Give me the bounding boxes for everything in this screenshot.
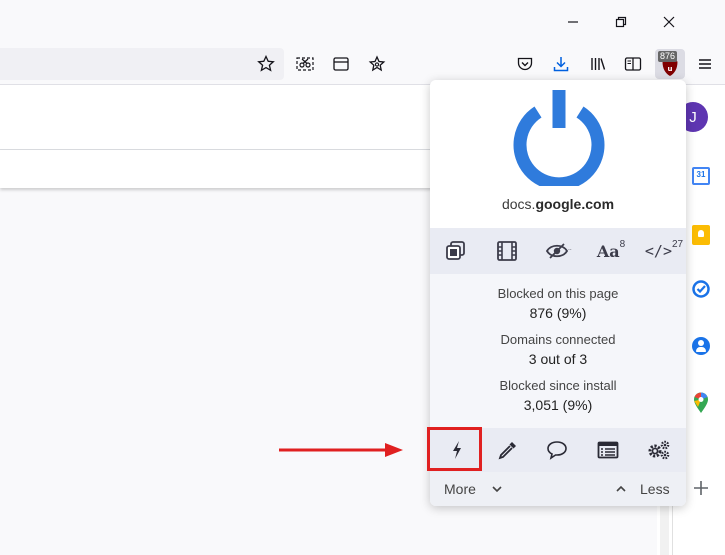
element-picker-icon[interactable]: [488, 434, 528, 466]
font-badge: 8: [619, 238, 626, 250]
google-maps-icon[interactable]: [693, 392, 709, 414]
google-keep-icon[interactable]: [692, 225, 710, 245]
less-label: Less: [640, 481, 670, 497]
blocked-page-label: Blocked on this page: [497, 286, 619, 301]
more-label: More: [444, 481, 476, 497]
settings-gears-icon[interactable]: [639, 434, 679, 466]
hostname-domain: google.com: [535, 196, 615, 212]
svg-text:u: u: [668, 65, 673, 73]
more-button[interactable]: More: [440, 472, 520, 506]
film-media-icon[interactable]: [487, 236, 527, 266]
chevron-down-icon: [492, 486, 502, 493]
blocked-install-label: Blocked since install: [499, 378, 617, 393]
hostname-subdomain: docs.: [501, 196, 536, 212]
logger-list-icon[interactable]: [588, 434, 628, 466]
google-calendar-icon[interactable]: 31: [692, 167, 710, 185]
screenshot-icon[interactable]: [294, 53, 316, 75]
chevron-up-icon: [616, 485, 626, 492]
font-label: Aa: [596, 241, 620, 261]
popup-header: docs.google.com: [430, 80, 686, 228]
window-tab-icon[interactable]: [330, 53, 352, 75]
domains-label: Domains connected: [500, 332, 616, 347]
menu-hamburger-icon[interactable]: [694, 53, 716, 75]
pocket-icon[interactable]: [514, 53, 536, 75]
ublock-badge-count: 876: [658, 51, 678, 62]
domains-value: 3 out of 3: [528, 351, 588, 367]
minimize-icon[interactable]: [563, 12, 583, 32]
bookmark-star-icon[interactable]: [255, 53, 277, 75]
eye-cosmetic-icon[interactable]: ...: [539, 236, 579, 266]
library-icon[interactable]: [587, 53, 609, 75]
red-arrow-icon: [279, 443, 403, 457]
url-bar[interactable]: [0, 48, 284, 80]
no-popups-icon[interactable]: [436, 236, 476, 266]
calendar-day: 31: [696, 170, 706, 179]
star-outline-icon[interactable]: [366, 53, 388, 75]
script-badge: 27: [671, 238, 684, 250]
restore-icon[interactable]: [611, 12, 631, 32]
window-controls: [565, 0, 725, 44]
blocked-page-value: 876 (9%): [529, 305, 587, 321]
highlight-box: [427, 427, 482, 471]
blocked-install-value: 3,051 (9%): [523, 397, 593, 413]
font-icon[interactable]: Aa 8: [591, 236, 631, 266]
google-contacts-icon[interactable]: [692, 337, 710, 355]
code-script-icon[interactable]: </> 27: [644, 236, 684, 266]
avatar-letter: J: [689, 108, 697, 126]
speech-bubble-icon[interactable]: [537, 434, 577, 466]
add-icon[interactable]: [694, 481, 708, 495]
google-tasks-icon[interactable]: [692, 280, 710, 298]
eye-badge: ...: [568, 245, 572, 252]
browser-toolbar: u 876: [0, 44, 725, 85]
script-label: </>: [644, 242, 672, 260]
popup-footer: More Less: [430, 472, 686, 506]
per-site-switches: ... Aa 8 </> 27: [430, 228, 686, 274]
popup-stats: Blocked on this page 876 (9%) Domains co…: [430, 274, 686, 428]
hostname: docs.google.com: [430, 196, 686, 212]
less-button[interactable]: Less: [610, 472, 680, 506]
ublock-origin-button[interactable]: u 876: [655, 49, 685, 79]
sidebar-toggle-icon[interactable]: [622, 53, 644, 75]
download-icon[interactable]: [550, 53, 572, 75]
close-icon[interactable]: [659, 12, 679, 32]
power-switch-button[interactable]: [513, 86, 605, 191]
